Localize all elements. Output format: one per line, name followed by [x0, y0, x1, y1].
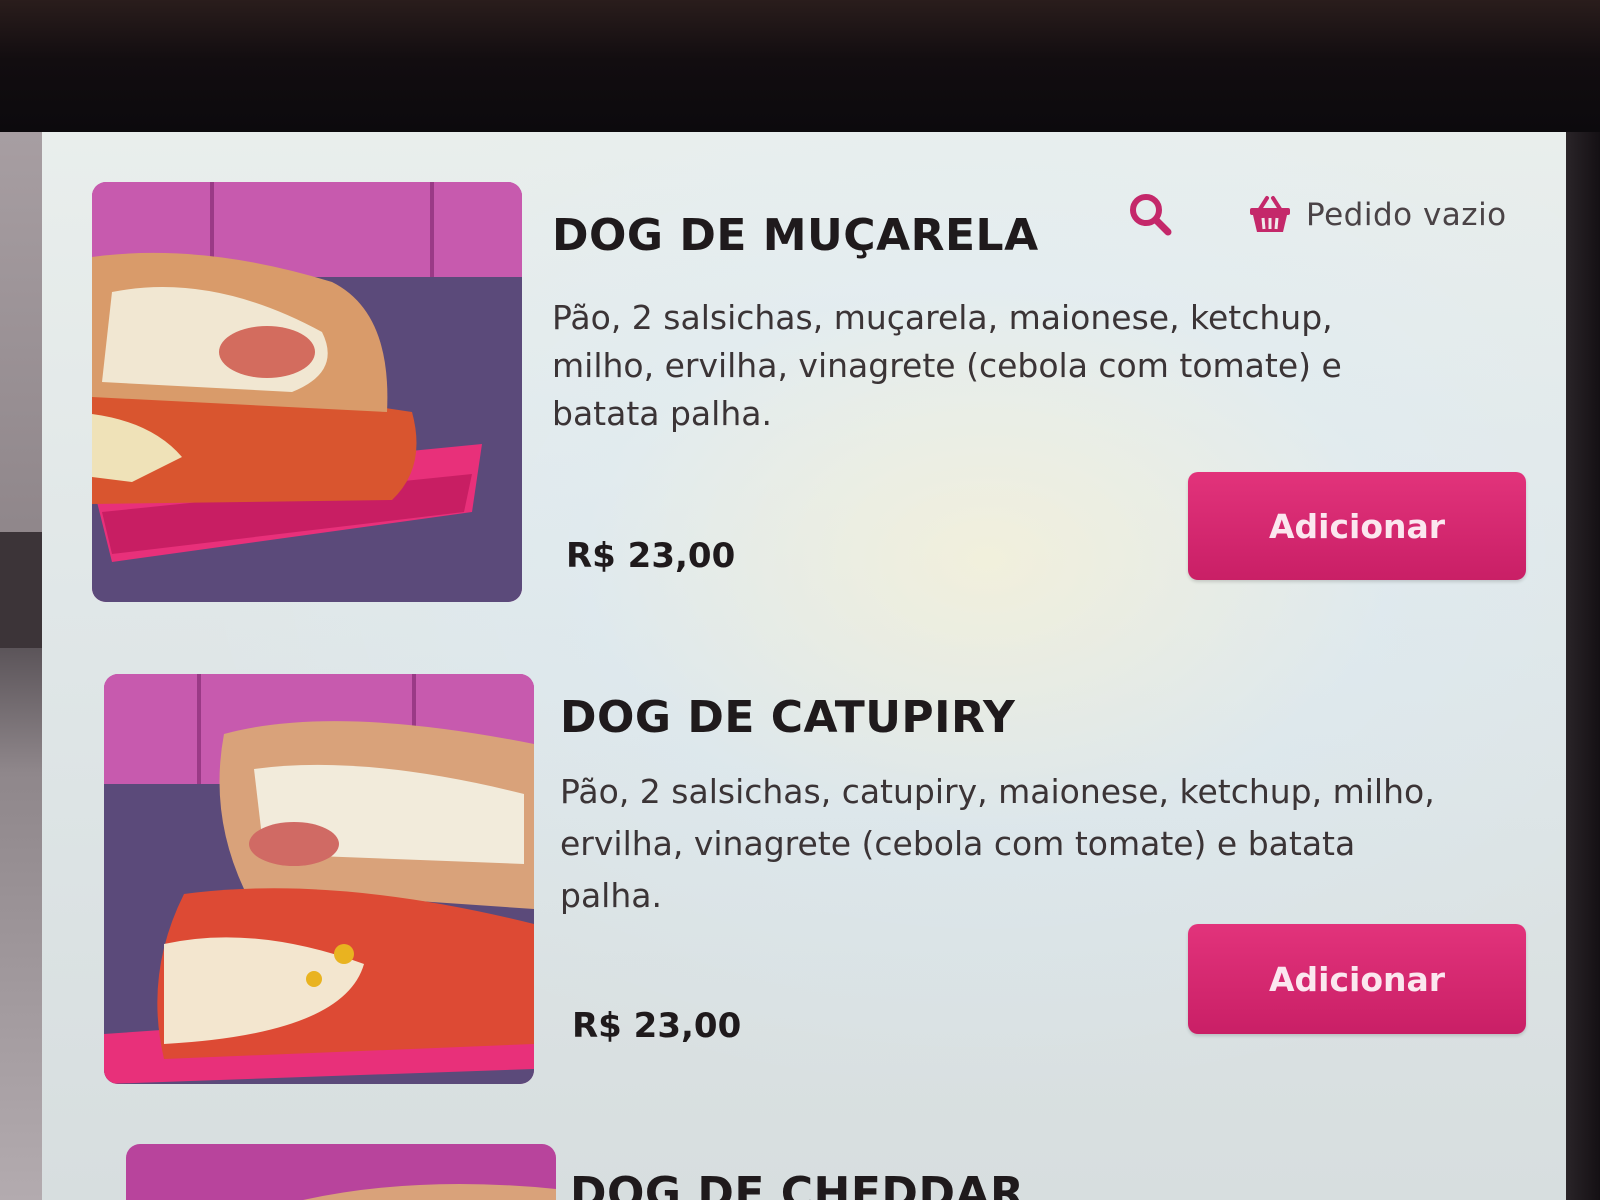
device-bezel-right [1566, 132, 1600, 1200]
product-name: DOG DE MUÇARELA [552, 210, 1039, 261]
product-description: Pão, 2 salsichas, catupiry, maionese, ke… [560, 772, 1435, 915]
product-name: DOG DE CHEDDAR [570, 1168, 1025, 1200]
basket-icon [1250, 196, 1290, 232]
product-description: Pão, 2 salsichas, muçarela, maionese, ke… [552, 298, 1342, 433]
cart-status-label: Pedido vazio [1306, 197, 1507, 233]
product-photo [126, 1144, 556, 1200]
device-bezel-top [0, 0, 1600, 132]
product-photo [92, 182, 522, 602]
menu-screen: Pedido vazio DOG DE MUÇARELA Pão, 2 sals… [42, 132, 1566, 1200]
cart-button[interactable]: Pedido vazio [1248, 190, 1507, 240]
product-photo [104, 674, 534, 1084]
product-name: DOG DE CATUPIRY [560, 692, 1016, 743]
product-price: R$ 23,00 [566, 536, 736, 576]
add-to-order-button[interactable]: Adicionar [1188, 472, 1526, 580]
search-icon [1130, 194, 1172, 236]
side-panel [0, 132, 64, 1200]
product-price: R$ 23,00 [572, 1006, 742, 1046]
add-to-order-button[interactable]: Adicionar [1188, 924, 1526, 1034]
search-button[interactable] [1126, 190, 1176, 240]
